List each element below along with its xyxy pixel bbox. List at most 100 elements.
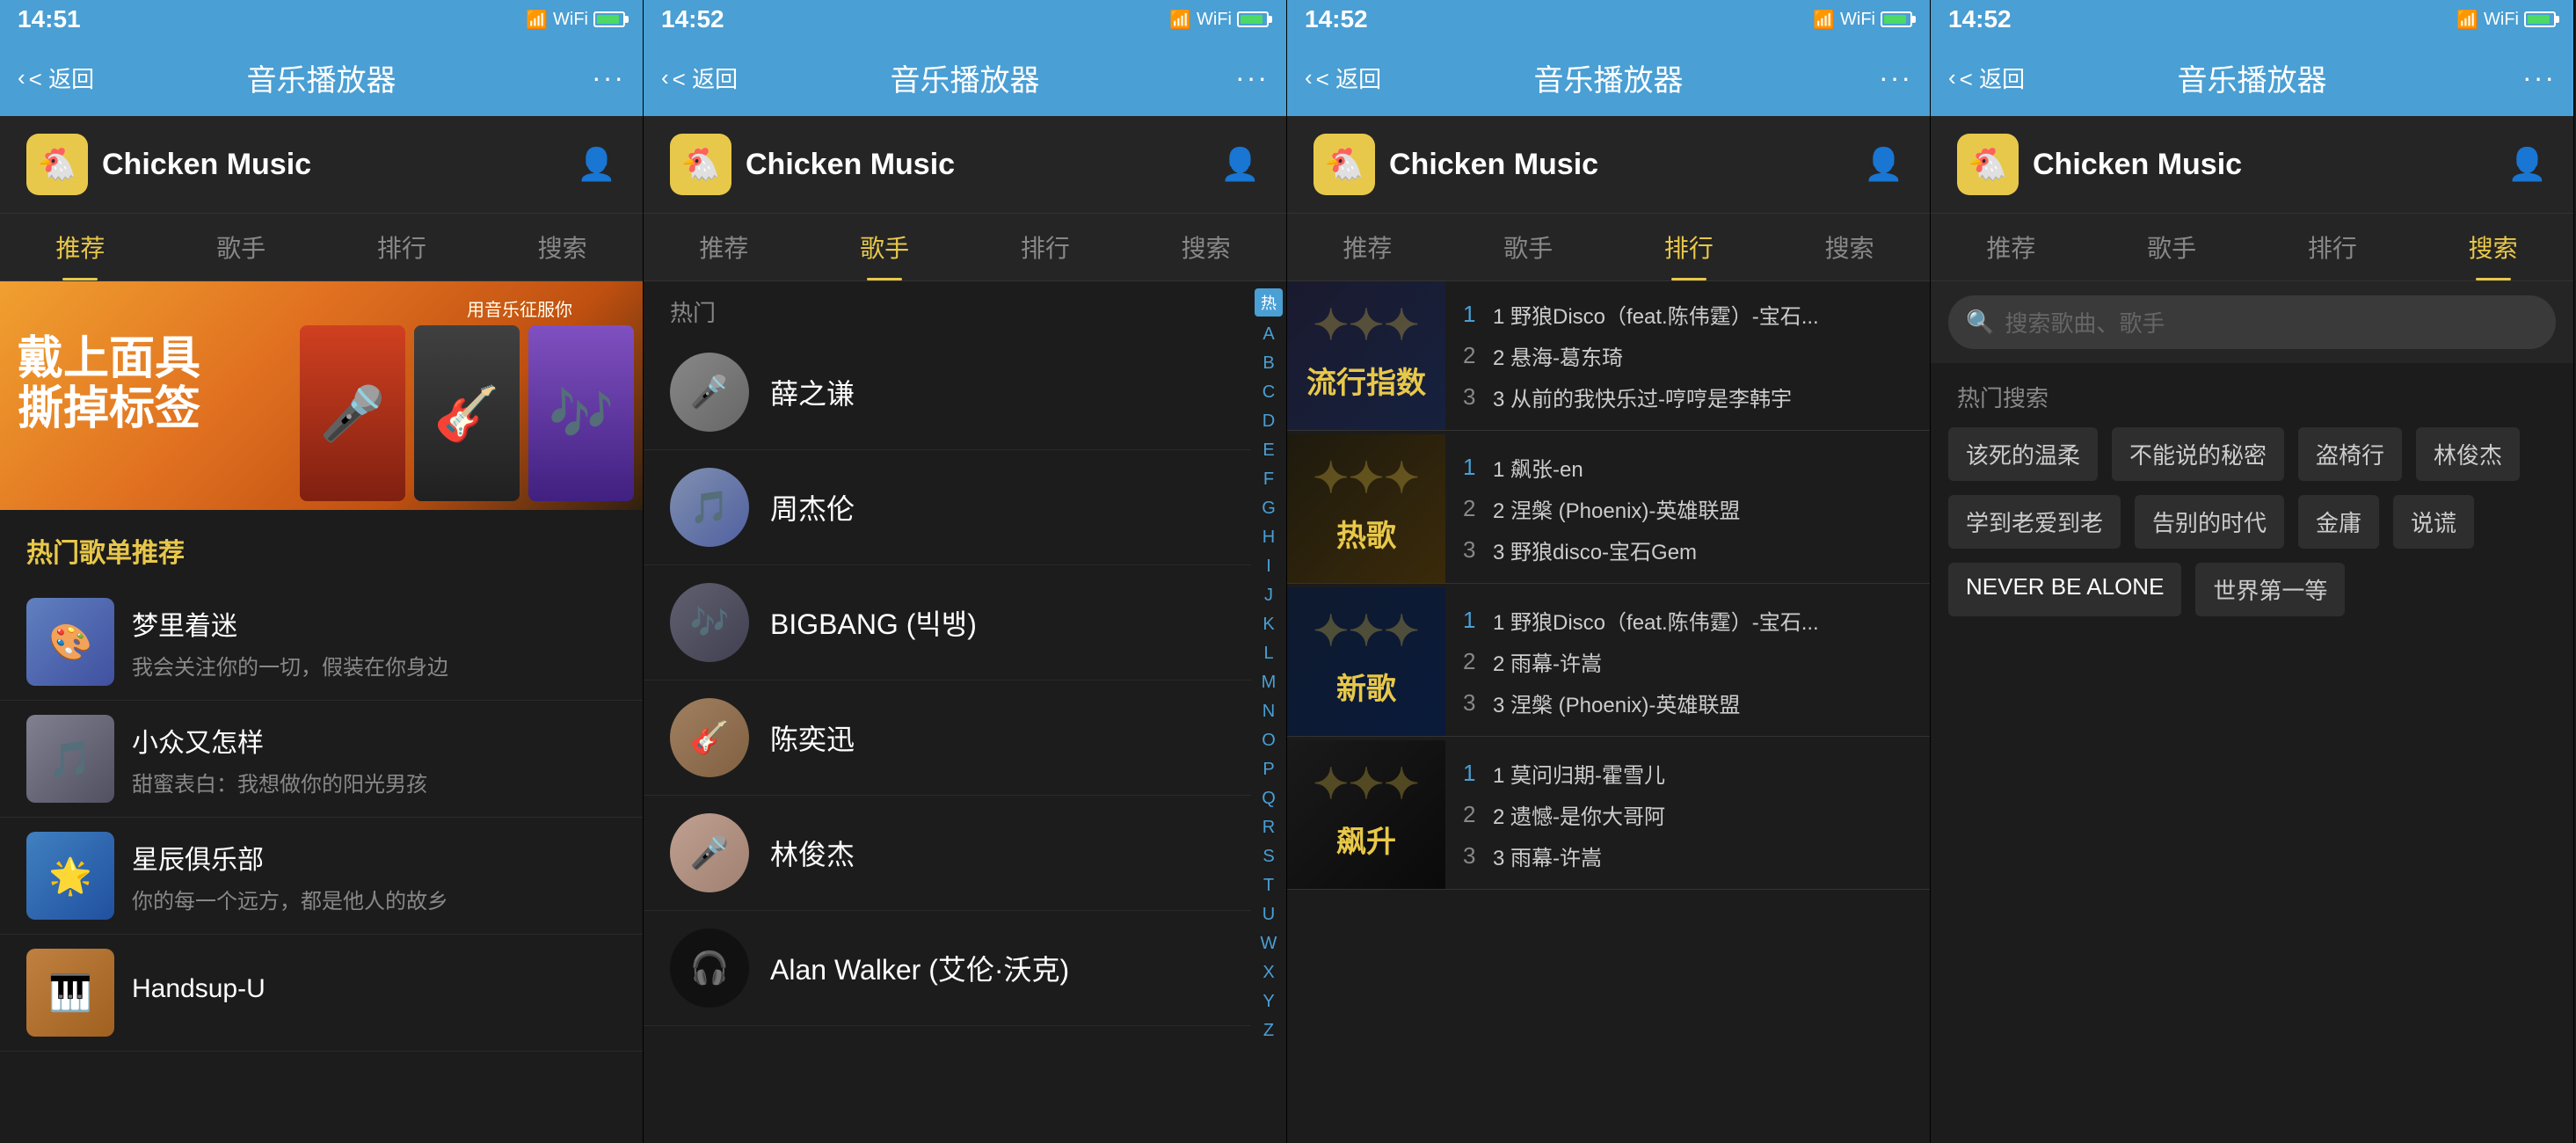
back-button-1[interactable]: ‹ < 返回 [18, 62, 94, 94]
wifi-icon-4: WiFi [2484, 10, 2519, 30]
tab-charts-3[interactable]: 排行 [1609, 214, 1770, 280]
song-rising-3: 3 雨幕-许嵩 [1493, 841, 1602, 871]
tab-search-2[interactable]: 搜索 [1125, 214, 1286, 280]
alpha-j[interactable]: J [1264, 581, 1273, 610]
user-icon-3[interactable]: 👤 [1864, 146, 1903, 183]
chart-hot[interactable]: ✦✦✦ 热歌 1 1 飙张-en 2 2 涅槃 (Phoenix)-英雄联盟 3 [1287, 434, 1930, 584]
tab-search-3[interactable]: 搜索 [1769, 214, 1930, 280]
figure-1c: 🎶 [528, 325, 634, 501]
alpha-o[interactable]: O [1262, 726, 1276, 755]
alpha-r[interactable]: R [1263, 813, 1275, 842]
alpha-y[interactable]: Y [1263, 987, 1274, 1016]
alpha-i[interactable]: I [1266, 552, 1271, 581]
hot-tags-container: 该死的温柔 不能说的秘密 盗椅行 林俊杰 学到老爱到老 告别的时代 金庸 说谎 … [1931, 427, 2573, 616]
banner-1[interactable]: 戴上面具 撕掉标签 用音乐征服你 独家 🎤 🎸 🎶 [0, 281, 643, 510]
tab-recommendations-2[interactable]: 推荐 [644, 214, 804, 280]
chart-popular[interactable]: ✦✦✦ 流行指数 1 1 野狼Disco（feat.陈伟霆）-宝石... 2 2… [1287, 281, 1930, 431]
alpha-l[interactable]: L [1263, 639, 1273, 668]
playlist-desc-1: 我会关注你的一切，假装在你身边 [132, 650, 616, 681]
tab-recommendations-1[interactable]: 推荐 [0, 214, 161, 280]
alpha-z[interactable]: Z [1263, 1016, 1274, 1045]
tab-charts-2[interactable]: 排行 [965, 214, 1126, 280]
user-icon-1[interactable]: 👤 [577, 146, 616, 183]
nav-bar-4: ‹ < 返回 音乐播放器 ··· [1931, 39, 2573, 116]
alpha-b[interactable]: B [1263, 349, 1274, 378]
chart-label-popular: 流行指数 [1298, 350, 1435, 411]
alpha-g[interactable]: G [1262, 494, 1276, 523]
artist-alan[interactable]: 🎧 Alan Walker (艾伦·沃克) [644, 911, 1251, 1026]
tab-recommendations-3[interactable]: 推荐 [1287, 214, 1448, 280]
playlist-item-1[interactable]: 🎨 梦里着迷 我会关注你的一切，假装在你身边 [0, 584, 643, 701]
user-icon-2[interactable]: 👤 [1220, 146, 1260, 183]
hot-tag-0[interactable]: 该死的温柔 [1948, 427, 2098, 481]
artist-bigbang[interactable]: 🎶 BIGBANG (빅뱅) [644, 565, 1251, 681]
hot-tag-8[interactable]: NEVER BE ALONE [1948, 563, 2181, 616]
alpha-m[interactable]: M [1262, 668, 1277, 697]
tab-charts-1[interactable]: 排行 [322, 214, 483, 280]
tab-artists-3[interactable]: 歌手 [1448, 214, 1609, 280]
more-button-4[interactable]: ··· [2522, 62, 2556, 94]
artist-zhou[interactable]: 🎵 周杰伦 [644, 450, 1251, 565]
hot-tag-3[interactable]: 林俊杰 [2416, 427, 2520, 481]
alpha-p[interactable]: P [1263, 755, 1274, 784]
chart-header-rising: ✦✦✦ 飙升 1 1 莫问归期-霍雪儿 2 2 遗憾-是你大哥阿 3 [1287, 740, 1930, 890]
alpha-c[interactable]: C [1263, 378, 1275, 407]
hot-tag-2[interactable]: 盗椅行 [2298, 427, 2402, 481]
alpha-u[interactable]: U [1263, 900, 1275, 929]
hot-tag-5[interactable]: 告别的时代 [2135, 495, 2284, 549]
artist-chen[interactable]: 🎸 陈奕迅 [644, 681, 1251, 796]
tab-search-4[interactable]: 搜索 [2412, 214, 2573, 280]
chart-new[interactable]: ✦✦✦ 新歌 1 1 野狼Disco（feat.陈伟霆）-宝石... 2 2 雨… [1287, 587, 1930, 737]
panel-artists: 14:52 📶 WiFi ‹ < 返回 音乐播放器 ··· 🐔 Chicken … [644, 0, 1287, 1143]
hot-tag-9[interactable]: 世界第一等 [2195, 563, 2345, 616]
alpha-a[interactable]: A [1263, 320, 1274, 349]
back-button-3[interactable]: ‹ < 返回 [1305, 62, 1381, 94]
alpha-n[interactable]: N [1263, 697, 1275, 726]
alpha-k[interactable]: K [1263, 610, 1274, 639]
more-button-2[interactable]: ··· [1235, 62, 1269, 94]
status-bar-3: 14:52 📶 WiFi [1287, 0, 1930, 39]
rank-rising-2: 2 [1463, 801, 1484, 828]
alpha-s[interactable]: S [1263, 842, 1274, 871]
tab-artists-2[interactable]: 歌手 [804, 214, 965, 280]
hot-tag-6[interactable]: 金庸 [2298, 495, 2379, 549]
hot-label-2: 热门 [644, 281, 1251, 335]
tab-recommendations-4[interactable]: 推荐 [1931, 214, 2092, 280]
hot-tag-7[interactable]: 说谎 [2393, 495, 2474, 549]
app-name-4: Chicken Music [2033, 148, 2493, 182]
alpha-w[interactable]: W [1261, 929, 1277, 958]
hot-tag-1[interactable]: 不能说的秘密 [2112, 427, 2284, 481]
hot-tag-4[interactable]: 学到老爱到老 [1948, 495, 2121, 549]
alpha-h[interactable]: H [1263, 523, 1275, 552]
playlist-item-2[interactable]: 🎵 小众又怎样 甜蜜表白：我想做你的阳光男孩 [0, 701, 643, 818]
chart-rising[interactable]: ✦✦✦ 飙升 1 1 莫问归期-霍雪儿 2 2 遗憾-是你大哥阿 3 [1287, 740, 1930, 890]
battery-4 [2524, 11, 2556, 27]
more-button-1[interactable]: ··· [592, 62, 625, 94]
alpha-x[interactable]: X [1263, 958, 1274, 987]
tab-artists-1[interactable]: 歌手 [161, 214, 322, 280]
search-bar[interactable]: 🔍 搜索歌曲、歌手 [1948, 295, 2556, 349]
user-icon-4[interactable]: 👤 [2507, 146, 2547, 183]
artist-lin[interactable]: 🎤 林俊杰 [644, 796, 1251, 911]
content-3: ✦✦✦ 流行指数 1 1 野狼Disco（feat.陈伟霆）-宝石... 2 2… [1287, 281, 1930, 1143]
tab-charts-4[interactable]: 排行 [2252, 214, 2413, 280]
alpha-t[interactable]: T [1263, 871, 1274, 900]
alpha-e[interactable]: E [1263, 436, 1274, 465]
tab-search-1[interactable]: 搜索 [482, 214, 643, 280]
chart-song-rising-1: 1 1 莫问归期-霍雪儿 [1463, 758, 1912, 789]
nav-title-4: 音乐播放器 [2178, 56, 2327, 99]
nav-bar-2: ‹ < 返回 音乐播放器 ··· [644, 39, 1286, 116]
nav-bar-3: ‹ < 返回 音乐播放器 ··· [1287, 39, 1930, 116]
playlist-thumb-1: 🎨 [26, 598, 114, 686]
back-button-4[interactable]: ‹ < 返回 [1948, 62, 2025, 94]
playlist-item-4[interactable]: 🎹 Handsup-U [0, 935, 643, 1052]
back-button-2[interactable]: ‹ < 返回 [661, 62, 738, 94]
alpha-f[interactable]: F [1263, 465, 1274, 494]
alpha-q[interactable]: Q [1262, 784, 1276, 813]
alpha-d[interactable]: D [1263, 407, 1275, 436]
more-button-3[interactable]: ··· [1879, 62, 1912, 94]
playlist-item-3[interactable]: 🌟 星辰俱乐部 你的每一个远方，都是他人的故乡 [0, 818, 643, 935]
artist-xue[interactable]: 🎤 薛之谦 [644, 335, 1251, 450]
tab-artists-4[interactable]: 歌手 [2092, 214, 2252, 280]
alpha-hot[interactable]: 热 [1255, 288, 1283, 317]
